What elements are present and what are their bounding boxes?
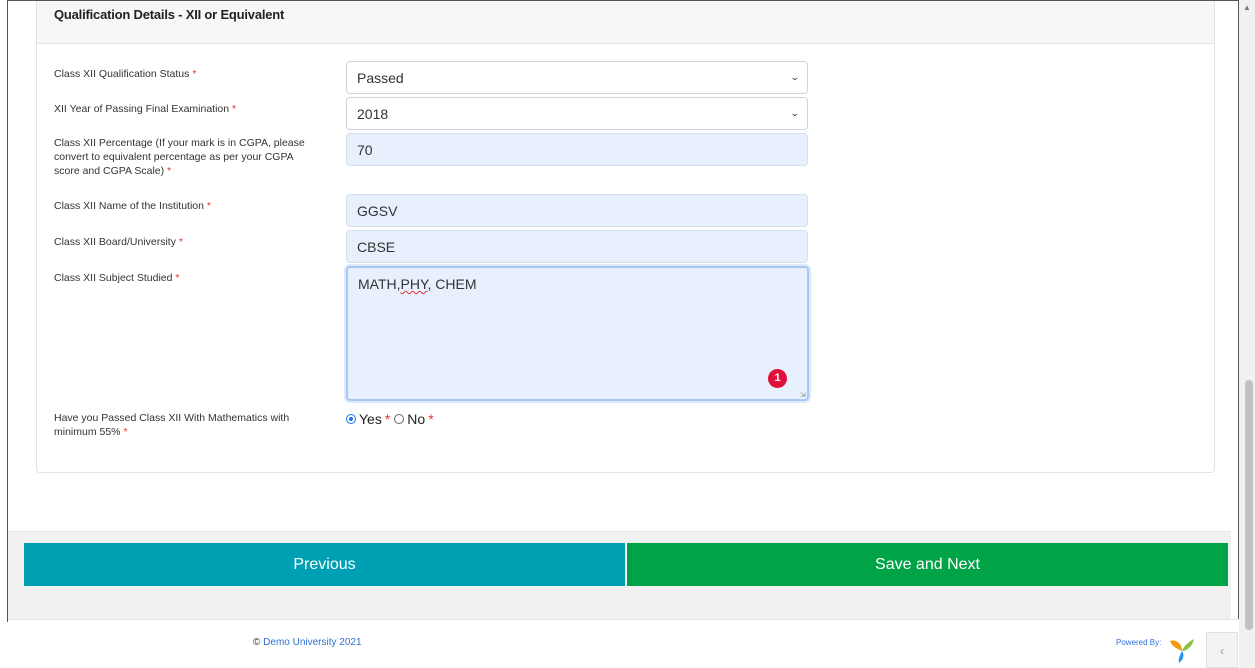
subjects-label: Class XII Subject Studied * [54,272,180,284]
resize-handle-icon[interactable]: ⇲ [800,392,807,399]
powered-by-label: Powered By: [1116,638,1162,647]
institution-input[interactable]: GGSV [346,194,808,227]
framework-logo-icon[interactable] [1166,633,1198,665]
chevron-down-icon: ⌄ [790,72,801,82]
institution-label: Class XII Name of the Institution * [54,200,211,212]
chevron-down-icon: ⌄ [790,108,801,118]
save-and-next-button[interactable]: Save and Next [627,543,1228,586]
yes-radio-label[interactable]: Yes [359,411,382,427]
subjects-textarea[interactable]: MATH,PHY, CHEM [346,266,809,401]
footer [8,619,1239,668]
copyright: © Demo University 2021 [253,637,362,648]
qualification-status-select[interactable]: Passed ⌄ [346,61,808,94]
yes-radio[interactable] [346,414,356,424]
no-radio-label[interactable]: No [407,411,425,427]
left-border [7,0,8,622]
required-marker: * [428,411,434,427]
card-title: Qualification Details - XII or Equivalen… [54,7,285,22]
required-marker: * [167,165,172,177]
required-marker: * [384,411,391,427]
card-header: Qualification Details - XII or Equivalen… [37,1,1214,44]
percentage-input[interactable]: 70 [346,133,808,166]
required-marker: * [178,236,183,248]
scroll-up-arrow-icon[interactable]: ▲ [1243,4,1251,12]
required-marker: * [206,200,211,212]
spellcheck-word: PHY [400,276,428,292]
year-of-passing-select[interactable]: 2018 ⌄ [346,97,808,130]
extension-badge-icon[interactable]: 1 [768,369,787,388]
required-marker: * [192,68,197,80]
percentage-label: Class XII Percentage (If your mark is in… [54,137,305,177]
chevron-left-icon[interactable]: ‹ [1206,632,1238,668]
maths-55-radio-group: Yes * No * [346,411,434,427]
maths-55-label: Have you Passed Class XII With Mathemati… [54,412,290,438]
no-radio[interactable] [394,414,405,424]
university-link[interactable]: Demo University 2021 [263,637,361,648]
page: Qualification Details - XII or Equivalen… [0,0,1255,668]
year-of-passing-label: XII Year of Passing Final Examination * [54,103,237,115]
qualification-status-label: Class XII Qualification Status * [54,68,197,80]
board-input[interactable]: CBSE [346,230,808,263]
board-label: Class XII Board/University * [54,236,183,248]
required-marker: * [232,103,237,115]
required-marker: * [175,272,180,284]
scrollbar-thumb[interactable] [1245,380,1253,630]
required-marker: * [123,426,128,438]
previous-button[interactable]: Previous [24,543,625,586]
